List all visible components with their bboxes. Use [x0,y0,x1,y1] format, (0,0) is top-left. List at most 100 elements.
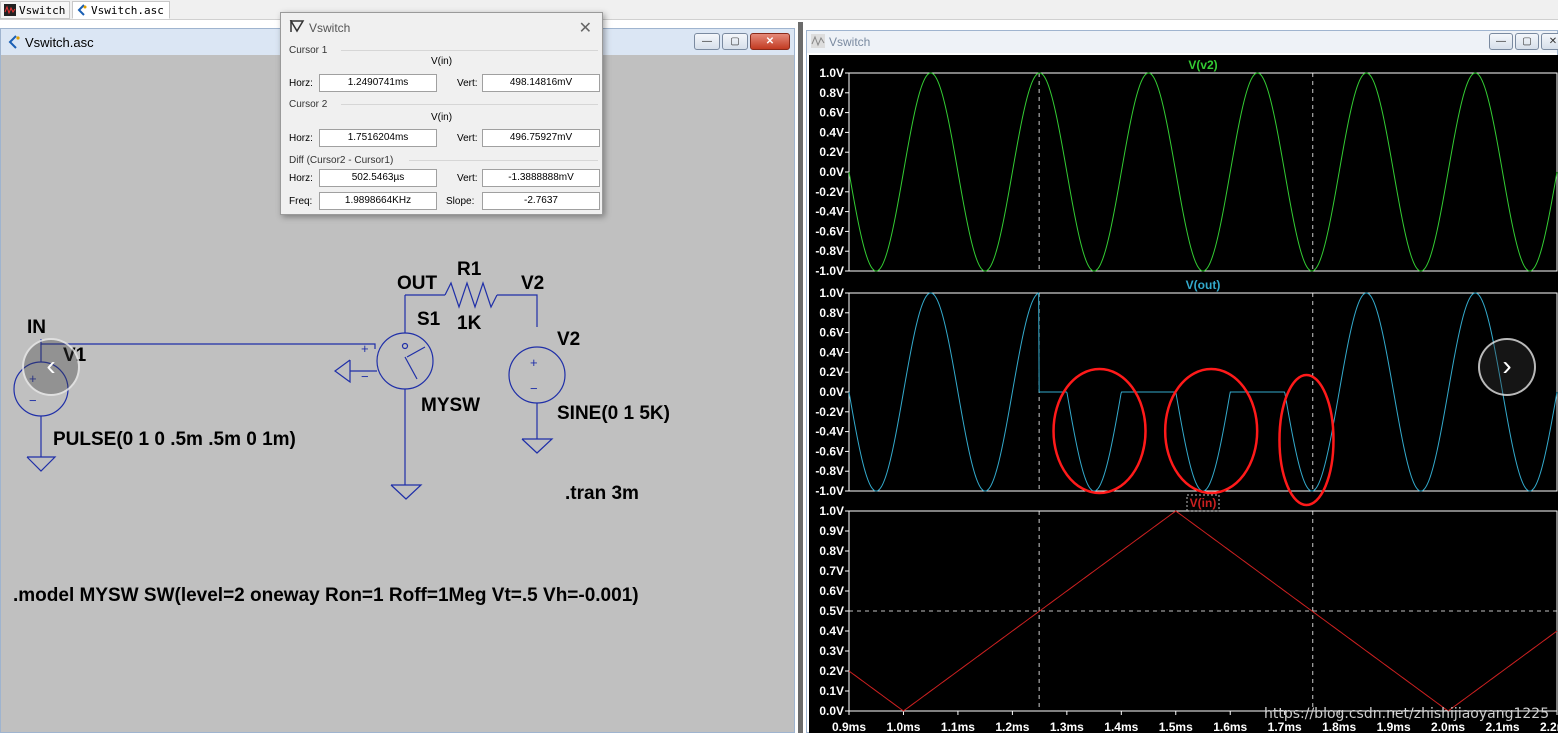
diff-horz-field[interactable]: 502.5463µs [319,169,437,187]
y-tick-label: 0.5V [819,604,844,618]
diff-freq-field[interactable]: 1.9898664KHz [319,192,437,210]
cursor1-horz-field[interactable]: 1.2490741ms [319,74,437,92]
trace-title: V(v2) [1188,58,1217,72]
dialog-title: Vswitch [309,21,351,35]
previous-slide-button[interactable]: ‹ [22,338,80,396]
y-tick-label: -0.2V [815,405,844,419]
next-slide-button[interactable]: › [1478,338,1536,396]
label-r1: R1 [457,259,482,280]
maximize-button[interactable]: ▢ [1515,33,1539,50]
close-button[interactable]: ✕ [1541,33,1558,50]
y-tick-label: 0.0V [819,385,844,399]
close-icon[interactable]: ✕ [579,18,592,38]
diff-freq-label: Freq: [289,196,313,207]
x-tick-label: 0.9ms [832,720,866,733]
y-tick-label: -0.6V [815,224,844,238]
x-tick-label: 1.0ms [886,720,920,733]
v2-plus-sign: + [530,355,538,370]
label-tran: .tran 3m [565,483,639,504]
y-tick-label: -1.0V [815,484,844,498]
maximize-button[interactable]: ▢ [722,33,748,50]
window-caption-buttons: — ▢ ✕ [694,33,790,51]
cursor1-vert-label: Vert: [457,78,478,89]
window-splitter[interactable] [798,22,803,733]
schematic-icon [8,35,20,49]
y-tick-label: 0.4V [819,125,844,139]
wire-v2 [497,294,538,327]
cursor-icon [289,20,305,33]
trace-v-out [848,292,1558,492]
cursor2-horz-label: Horz: [289,133,313,144]
divider [409,160,598,161]
tab-waveform[interactable]: Vswitch [0,1,70,19]
cursor1-signal: V(in) [430,56,453,67]
cursor1-vert-field[interactable]: 498.14816mV [482,74,600,92]
waveform-title-bar[interactable]: Vswitch — ▢ ✕ [807,31,1558,53]
y-tick-label: 0.6V [819,106,844,120]
divider [341,104,598,105]
minimize-button[interactable]: — [1489,33,1513,50]
ground-v2 [521,438,554,454]
label-s1: S1 [417,309,441,330]
y-tick-label: 0.6V [819,326,844,340]
y-tick-label: 0.2V [819,365,844,379]
s1-minus-sign: − [361,369,369,384]
close-button[interactable]: ✕ [750,33,790,50]
waveform-title: Vswitch [829,35,871,49]
cursor2-horz-field[interactable]: 1.7516204ms [319,129,437,147]
diff-group-label: Diff (Cursor2 - Cursor1) [289,155,394,166]
diff-slope-field[interactable]: -2.7637 [482,192,600,210]
y-tick-label: 0.3V [819,644,844,658]
diff-vert-label: Vert: [457,173,478,184]
minimize-button[interactable]: — [694,33,720,50]
waveform-window: Vswitch — ▢ ✕ 1.0V 0.8V 0.6V 0.4V 0.2V 0.0V -0… [806,30,1558,733]
s1-plus-sign: + [361,341,369,356]
document-tab-strip: Vswitch Vswitch.asc [0,0,1558,20]
label-pulse: PULSE(0 1 0 .5m .5m 0 1m) [53,429,296,450]
tab-schematic[interactable]: Vswitch.asc [72,1,170,19]
label-in: IN [27,317,46,338]
label-model: .model MYSW SW(level=2 oneway Ron=1 Roff… [13,585,639,606]
label-r1-value: 1K [457,313,482,334]
x-tick-label: 1.4ms [1104,720,1138,733]
y-tick-label: 0.2V [819,145,844,159]
y-tick-label: -0.8V [815,464,844,478]
y-tick-label: 0.7V [819,564,844,578]
trace-v-v2 [848,72,1558,272]
waveform-icon [4,4,16,16]
y-tick-label: -0.8V [815,244,844,258]
ground-s1 [390,484,423,500]
tab-label: Vswitch.asc [91,4,164,17]
annotation-ellipse [1052,367,1147,495]
waveform-icon [811,34,825,48]
cursor1-group-label: Cursor 1 [289,45,328,56]
label-v2-node: V2 [521,273,544,294]
y-tick-label: 1.0V [819,66,844,80]
waveform-plot-area[interactable]: 1.0V 0.8V 0.6V 0.4V 0.2V 0.0V -0.2V -0.4V -0.6V -… [809,55,1558,733]
app-root: Vswitch Vswitch.asc Vswitch.asc — ▢ ✕ + … [0,0,1558,733]
y-tick-label: 0.1V [819,684,844,698]
pane-frame [848,72,1558,272]
diff-vert-field[interactable]: -1.3888888mV [482,169,600,187]
y-tick-label: 0.0V [819,165,844,179]
cursor2-group-label: Cursor 2 [289,99,328,110]
y-tick-label: 0.9V [819,524,844,538]
x-tick-label: 1.3ms [1050,720,1084,733]
y-tick-label: 0.8V [819,544,844,558]
y-tick-label: -1.0V [815,264,844,278]
y-tick-label: 0.8V [819,86,844,100]
cursor-readout-dialog[interactable]: Vswitch ✕ Cursor 1 V(in) Horz: 1.2490741… [280,12,603,215]
pane-frame [848,292,1558,492]
y-tick-label: 1.0V [819,286,844,300]
label-out: OUT [397,273,438,294]
y-tick-label: 0.4V [819,345,844,359]
label-v2-source: V2 [557,329,580,350]
cursor2-vert-label: Vert: [457,133,478,144]
label-mysw: MYSW [421,395,480,416]
r1-resistor [444,281,498,309]
ground-s1-ctrl [333,359,351,384]
watermark-text: https://blog.csdn.net/zhishijiaoyang1225 [1264,706,1550,722]
cursor2-vert-field[interactable]: 496.75927mV [482,129,600,147]
x-tick-label: 1.6ms [1213,720,1247,733]
annotation-ellipse [1163,367,1259,495]
